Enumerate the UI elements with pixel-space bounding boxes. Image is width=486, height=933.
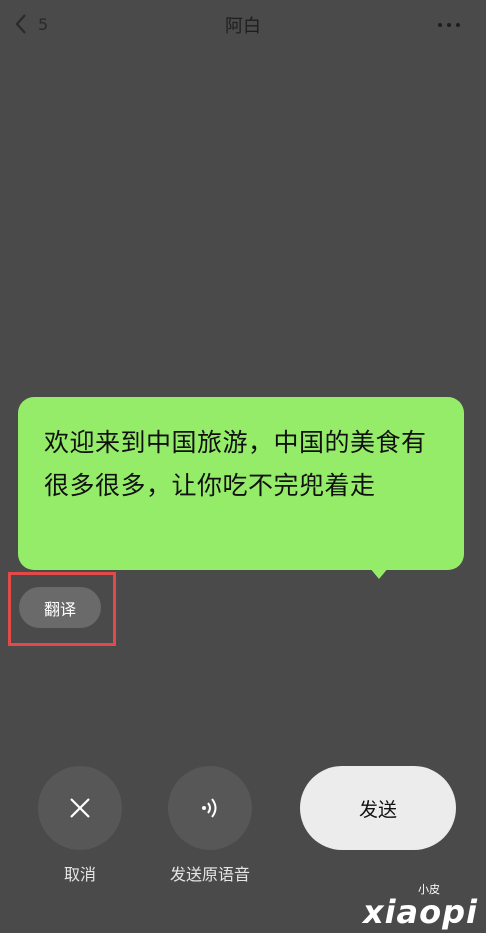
chat-title: 阿白 bbox=[225, 16, 261, 37]
watermark-logo: 小皮 xiaopi bbox=[362, 881, 478, 931]
watermark-big-text: xiaopi bbox=[362, 893, 478, 931]
cancel-label: 取消 bbox=[63, 865, 96, 884]
translate-button[interactable]: 翻译 bbox=[19, 587, 101, 628]
cancel-button[interactable] bbox=[38, 766, 122, 850]
voice-wave-icon bbox=[202, 798, 217, 818]
voice-to-text-bubble: 欢迎来到中国旅游，中国的美食有很多很多，让你吃不完兜着走 bbox=[18, 397, 464, 570]
chat-header: 5 阿白 bbox=[0, 0, 486, 48]
send-voice-label: 发送原语音 bbox=[169, 865, 250, 884]
send-button[interactable]: 发送 bbox=[300, 766, 456, 850]
bubble-tail bbox=[369, 567, 389, 579]
send-voice-button[interactable] bbox=[168, 766, 252, 850]
message-text: 欢迎来到中国旅游，中国的美食有很多很多，让你吃不完兜着走 bbox=[44, 428, 427, 500]
close-icon bbox=[70, 798, 90, 818]
more-options-icon[interactable] bbox=[438, 20, 466, 30]
